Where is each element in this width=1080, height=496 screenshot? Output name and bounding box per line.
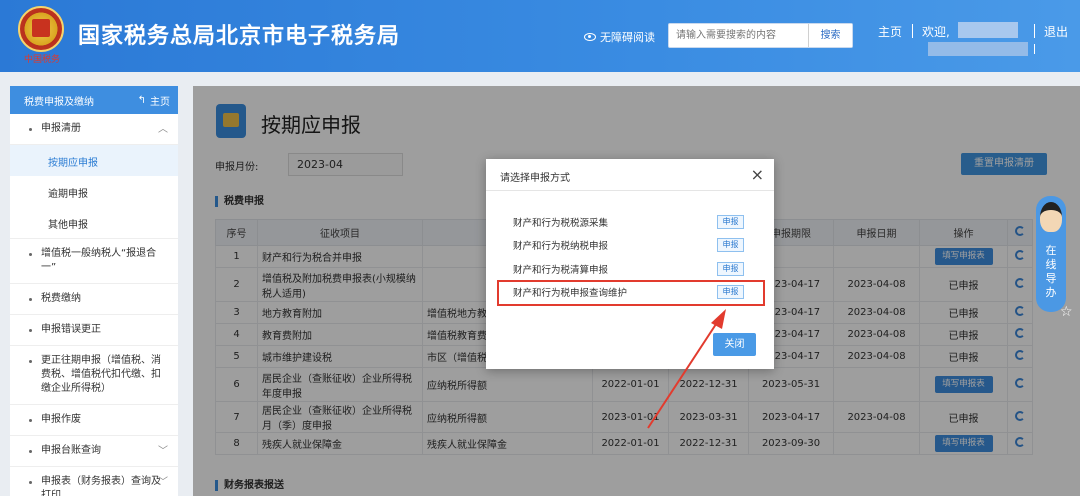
chevron-down-icon: ﹀ — [158, 477, 168, 488]
chevron-down-icon: ﹀ — [158, 446, 168, 457]
home-link[interactable]: 主页 — [878, 23, 902, 40]
logo-text: 中国税务 — [23, 55, 60, 65]
sidebar-item-label: 申报清册 — [41, 123, 81, 134]
search-button[interactable]: 搜索 — [808, 24, 852, 47]
sidebar-item-label: 申报表（财务报表）查询及打印 — [41, 476, 161, 496]
sidebar-sub-other[interactable]: 其他申报 — [10, 207, 178, 238]
sidebar-item-vat-general[interactable]: 增值税一般纳税人“报退合一” — [10, 238, 178, 284]
sidebar-item-label: 申报错误更正 — [41, 324, 101, 335]
sidebar-item-label: 申报作废 — [41, 414, 81, 425]
agent-avatar-icon — [1040, 202, 1062, 232]
site-title: 国家税务总局北京市电子税务局 — [78, 24, 401, 49]
sidebar-header: 税费申报及缴纳 ↰ 主页 — [10, 86, 178, 114]
highlight-box — [497, 280, 765, 306]
dialog-title: 请选择申报方式 — [500, 173, 570, 184]
nav-divider — [1034, 24, 1035, 38]
accessibility-link[interactable]: 无障碍阅读 — [584, 29, 655, 45]
sidebar-item-tax-payment[interactable]: 税费缴纳 — [10, 284, 178, 315]
sidebar-item-label: 更正往期申报（增值税、消费税、增值税代扣代缴、扣缴企业所得税） — [41, 355, 161, 394]
sidebar: 税费申报及缴纳 ↰ 主页 申报清册 ︿ 按期应申报 逾期申报 其他申报 增值税一… — [10, 86, 178, 496]
sidebar-item-report-query[interactable]: 申报表（财务报表）查询及打印 ﹀ — [10, 467, 178, 496]
back-arrow-icon: ↰ — [137, 94, 146, 106]
nav-divider — [912, 24, 913, 38]
chevron-up-icon: ︿ — [158, 124, 168, 135]
option-label: 财产和行为税纳税申报 — [513, 241, 609, 252]
declare-button[interactable]: 申报 — [717, 215, 744, 229]
close-dialog-button[interactable]: 关闭 — [713, 333, 756, 356]
sidebar-item-declaration-list[interactable]: 申报清册 ︿ — [10, 114, 178, 145]
sidebar-item-void[interactable]: 申报作废 — [10, 405, 178, 436]
nav-divider — [1034, 44, 1035, 54]
online-guide-widget[interactable]: 在线导办 — [1036, 196, 1066, 312]
star-icon[interactable]: ☆ — [1060, 304, 1078, 322]
close-icon[interactable]: × — [751, 165, 764, 184]
declaration-method-dialog: 请选择申报方式 × 财产和行为税税源采集 申报 财产和行为税纳税申报 申报 财产… — [486, 159, 774, 369]
sidebar-item-past-correction[interactable]: 更正往期申报（增值税、消费税、增值税代扣代缴、扣缴企业所得税） — [10, 346, 178, 405]
declare-button[interactable]: 申报 — [717, 238, 744, 252]
sidebar-item-label: 增值税一般纳税人“报退合一” — [41, 248, 157, 273]
sidebar-item-error-correction[interactable]: 申报错误更正 — [10, 315, 178, 346]
redacted-username — [958, 22, 1018, 38]
sidebar-item-ledger[interactable]: 申报台账查询 ﹀ — [10, 436, 178, 467]
sidebar-home-link[interactable]: ↰ 主页 — [138, 93, 170, 108]
tax-emblem-icon — [18, 6, 64, 52]
option-label: 财产和行为税税源采集 — [513, 218, 609, 229]
redacted-username-2 — [928, 42, 1028, 56]
site-header: 中国税务 国家税务总局北京市电子税务局 无障碍阅读 搜索 主页 欢迎, 退出 — [0, 0, 1080, 72]
welcome-text: 欢迎, — [922, 25, 950, 39]
eye-icon — [584, 33, 596, 41]
option-label: 财产和行为税清算申报 — [513, 265, 609, 276]
accessibility-label: 无障碍阅读 — [600, 31, 655, 44]
sidebar-item-label: 申报台账查询 — [41, 445, 101, 456]
sidebar-title: 税费申报及缴纳 — [24, 96, 94, 108]
sidebar-sub-overdue[interactable]: 逾期申报 — [10, 176, 178, 207]
dialog-divider — [486, 190, 774, 191]
search-input[interactable] — [669, 24, 809, 47]
online-guide-label: 在线导办 — [1045, 244, 1057, 299]
sidebar-item-label: 税费缴纳 — [41, 293, 81, 304]
sidebar-sub-periodic[interactable]: 按期应申报 — [10, 145, 178, 176]
sidebar-home-label: 主页 — [150, 96, 170, 108]
declare-button[interactable]: 申报 — [717, 262, 744, 276]
logout-link[interactable]: 退出 — [1044, 23, 1068, 40]
search-box: 搜索 — [668, 23, 853, 48]
